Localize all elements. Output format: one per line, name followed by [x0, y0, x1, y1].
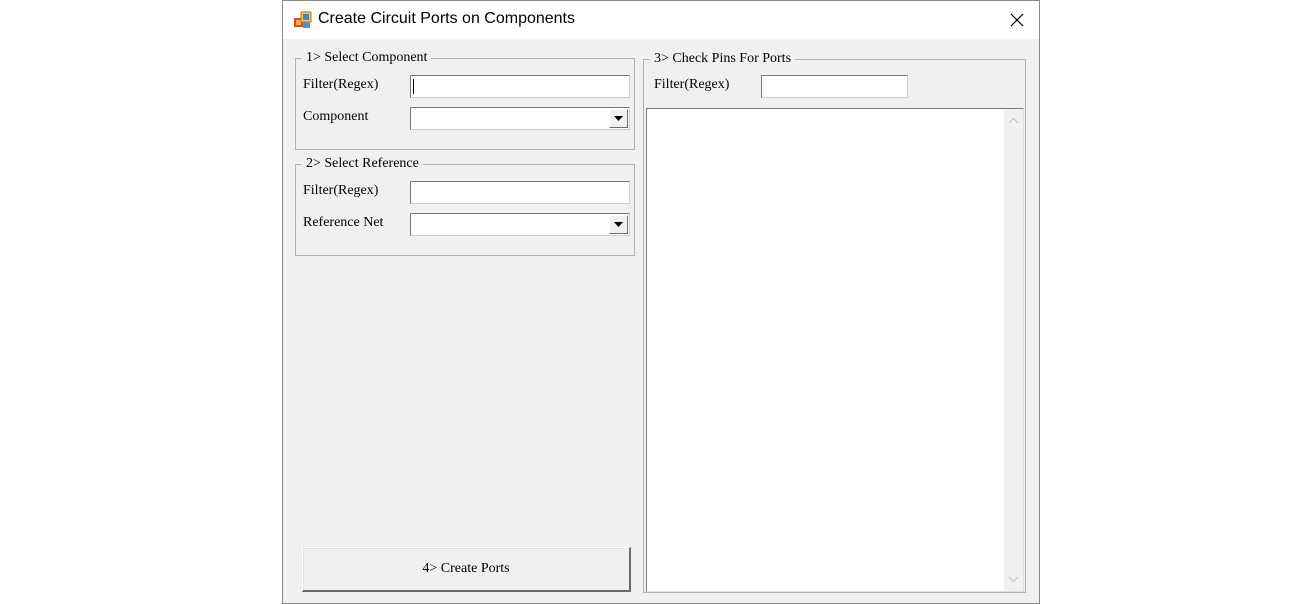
close-icon — [1010, 13, 1024, 27]
chevron-down-icon — [614, 115, 623, 121]
check-pins-legend: 3> Check Pins For Ports — [654, 51, 792, 66]
reference-filter-label: Filter(Regex) — [303, 183, 379, 198]
chevron-up-icon[interactable] — [1007, 114, 1020, 127]
component-select[interactable] — [410, 107, 630, 130]
dialog-window: Create Circuit Ports on Components 1> Se… — [282, 0, 1040, 604]
component-label: Component — [303, 109, 369, 124]
pins-checklist[interactable] — [646, 108, 1024, 592]
window-title: Create Circuit Ports on Components — [318, 10, 575, 27]
reference-net-label: Reference Net — [303, 215, 384, 230]
select-reference-group: 2> Select Reference — [295, 157, 635, 256]
reference-net-dropdown-button[interactable] — [609, 215, 628, 234]
app-icon — [294, 11, 312, 28]
vertical-scrollbar[interactable] — [1004, 109, 1023, 591]
chevron-down-icon — [614, 221, 623, 227]
title-bar[interactable]: Create Circuit Ports on Components — [283, 1, 1039, 39]
component-filter-label: Filter(Regex) — [303, 77, 379, 92]
text-caret — [413, 79, 414, 94]
select-reference-legend: 2> Select Reference — [306, 156, 419, 171]
create-ports-button[interactable]: 4> Create Ports — [302, 547, 631, 592]
close-button[interactable] — [995, 1, 1039, 39]
select-component-legend: 1> Select Component — [306, 50, 428, 65]
component-filter-input[interactable] — [410, 75, 630, 98]
chevron-down-icon[interactable] — [1007, 573, 1020, 586]
select-component-group: 1> Select Component — [295, 51, 635, 150]
reference-net-select[interactable] — [410, 213, 630, 236]
reference-filter-input[interactable] — [410, 181, 630, 204]
pins-filter-input[interactable] — [761, 75, 908, 98]
pins-filter-label: Filter(Regex) — [654, 77, 730, 92]
component-dropdown-button[interactable] — [609, 109, 628, 128]
